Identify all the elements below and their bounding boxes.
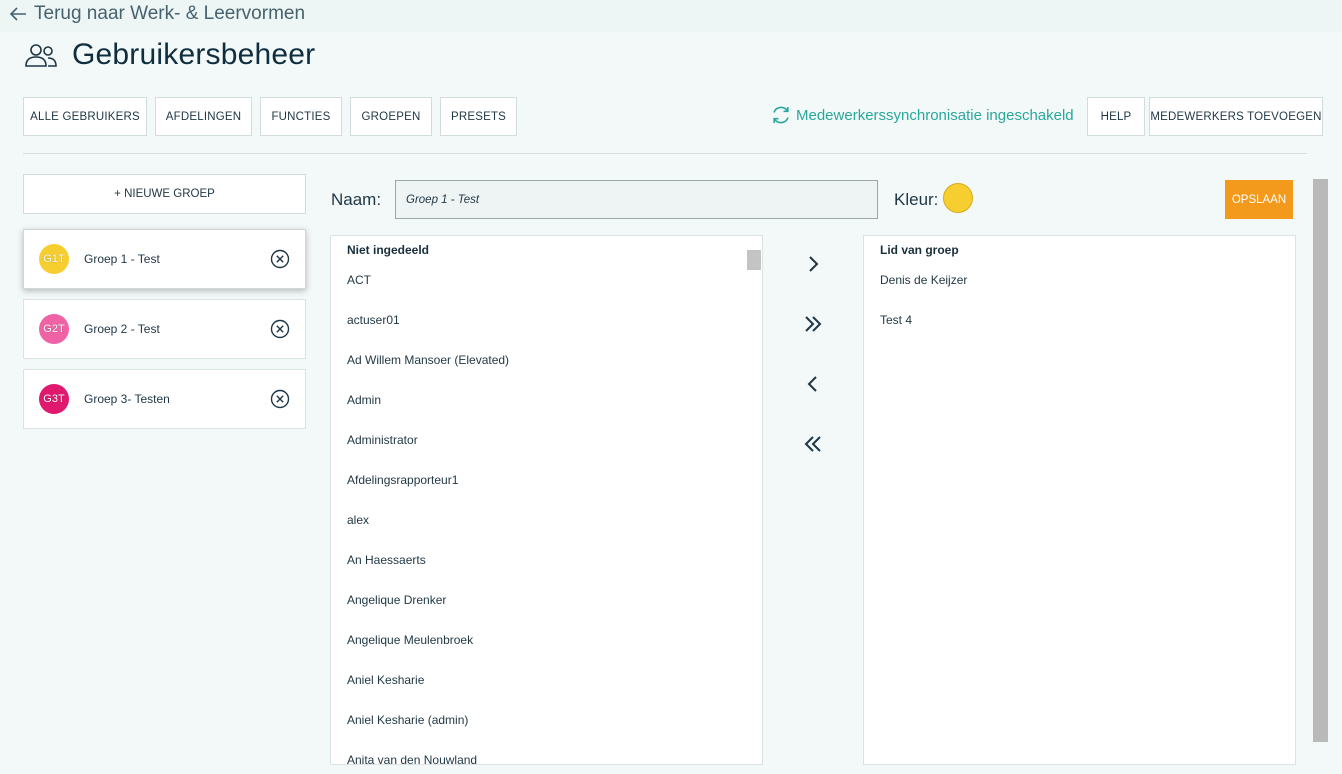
- group-name: Groep 1 - Test: [84, 252, 160, 266]
- unassigned-list[interactable]: Niet ingedeeld ACT actuser01 Ad Willem M…: [330, 235, 763, 765]
- group-name: Groep 3- Testen: [84, 392, 170, 406]
- list-item[interactable]: Afdelingsrapporteur1: [347, 473, 458, 487]
- members-list[interactable]: Lid van groep Denis de Keijzer Test 4: [863, 235, 1296, 765]
- save-button[interactable]: OPSLAAN: [1225, 180, 1293, 219]
- group-badge: G2T: [39, 314, 69, 344]
- unassigned-header: Niet ingedeeld: [347, 243, 430, 257]
- add-employees-button[interactable]: MEDEWERKERS TOEVOEGEN: [1149, 97, 1323, 136]
- color-picker[interactable]: [943, 183, 973, 213]
- group-item[interactable]: G3T Groep 3- Testen: [23, 369, 306, 429]
- new-group-button[interactable]: + NIEUWE GROEP: [23, 174, 306, 214]
- group-item[interactable]: G1T Groep 1 - Test: [23, 229, 306, 289]
- users-icon: [25, 44, 57, 67]
- group-name-input[interactable]: Groep 1 - Test: [395, 180, 878, 219]
- tab-presets[interactable]: PRESETS: [440, 97, 517, 136]
- close-circle-icon[interactable]: [270, 249, 290, 269]
- tab-functies[interactable]: FUNCTIES: [260, 97, 342, 136]
- group-name: Groep 2 - Test: [84, 322, 160, 336]
- list-scrollbar[interactable]: [747, 250, 761, 270]
- page-header: Gebruikersbeheer: [24, 38, 315, 72]
- divider: [23, 153, 1307, 154]
- list-item[interactable]: Test 4: [880, 313, 912, 327]
- move-left-icon[interactable]: [800, 371, 826, 397]
- list-item[interactable]: Denis de Keijzer: [880, 273, 967, 287]
- page-title: Gebruikersbeheer: [72, 38, 316, 71]
- list-item[interactable]: Aniel Kesharie (admin): [347, 713, 468, 727]
- list-item[interactable]: Anita van den Nouwland: [347, 753, 477, 764]
- list-item[interactable]: Aniel Kesharie: [347, 673, 424, 687]
- color-label: Kleur:: [894, 190, 939, 209]
- move-all-left-icon[interactable]: [800, 431, 826, 457]
- group-badge: G3T: [39, 384, 69, 414]
- sync-icon: [773, 106, 789, 124]
- list-item[interactable]: Angelique Meulenbroek: [347, 633, 473, 647]
- help-button[interactable]: HELP: [1087, 97, 1145, 136]
- list-item[interactable]: alex: [347, 513, 369, 527]
- sync-status[interactable]: Medewerkerssynchronisatie ingeschakeld: [770, 104, 1074, 126]
- close-circle-icon[interactable]: [270, 389, 290, 409]
- close-circle-icon[interactable]: [270, 319, 290, 339]
- tab-groepen[interactable]: GROEPEN: [350, 97, 432, 136]
- name-label: Naam:: [331, 190, 382, 209]
- back-link-label: Terug naar Werk- & Leervormen: [34, 3, 306, 24]
- tab-afdelingen[interactable]: AFDELINGEN: [155, 97, 252, 136]
- list-item[interactable]: Ad Willem Mansoer (Elevated): [347, 353, 509, 367]
- arrow-left-icon: [9, 7, 26, 21]
- back-link[interactable]: Terug naar Werk- & Leervormen: [8, 3, 305, 25]
- members-header: Lid van groep: [880, 243, 959, 257]
- page-scrollbar[interactable]: [1313, 179, 1328, 742]
- move-all-right-icon[interactable]: [800, 311, 826, 337]
- list-item[interactable]: actuser01: [347, 313, 400, 327]
- group-badge: G1T: [39, 244, 69, 274]
- move-right-icon[interactable]: [800, 251, 826, 277]
- list-item[interactable]: Angelique Drenker: [347, 593, 446, 607]
- sync-label: Medewerkerssynchronisatie ingeschakeld: [796, 106, 1074, 124]
- tab-alle-gebruikers[interactable]: ALLE GEBRUIKERS: [23, 97, 147, 136]
- list-item[interactable]: Admin: [347, 393, 381, 407]
- list-item[interactable]: An Haessaerts: [347, 553, 426, 567]
- list-item[interactable]: ACT: [347, 273, 371, 287]
- group-item[interactable]: G2T Groep 2 - Test: [23, 299, 306, 359]
- list-item[interactable]: Administrator: [347, 433, 418, 447]
